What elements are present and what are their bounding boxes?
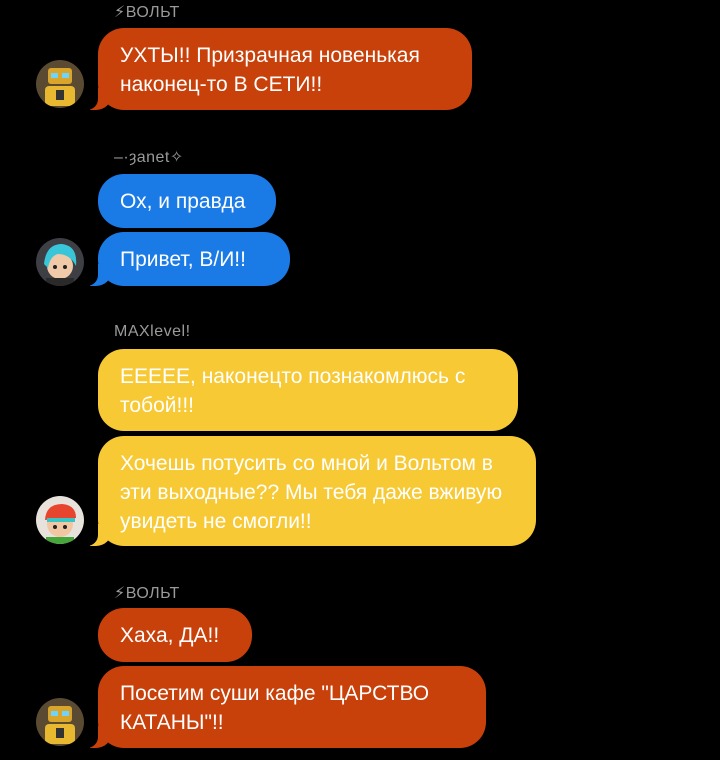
message-bubble[interactable]: Хаха, ДА!!	[98, 608, 252, 662]
robot-avatar-icon	[36, 60, 84, 108]
message-bubble[interactable]: Ох, и правда	[98, 174, 276, 228]
message-bubble[interactable]: Посетим суши кафе "ЦАРСТВО КАТАНЫ"!!	[84, 666, 486, 748]
robot-avatar[interactable]	[36, 698, 84, 746]
message-text: Посетим суши кафе "ЦАРСТВО КАТАНЫ"!!	[120, 682, 430, 734]
message-bubble[interactable]: Привет, В/И!!	[84, 232, 290, 286]
robot-avatar-icon	[36, 698, 84, 746]
sender-name-janet: –·ȝanet✧	[114, 149, 184, 166]
sender-name-volt: ⚡ВОЛЬТ	[114, 585, 180, 602]
message-text: Привет, В/И!!	[120, 248, 246, 271]
sender-name-volt: ⚡ВОЛЬТ	[114, 4, 180, 21]
message-text: УХТЫ!! Призрачная новенькая наконец-то В…	[120, 44, 420, 96]
boy-avatar-icon	[36, 496, 84, 544]
message-text: Хочешь потусить со мной и Вольтом в эти …	[120, 452, 503, 533]
message-bubble[interactable]: УХТЫ!! Призрачная новенькая наконец-то В…	[84, 28, 472, 110]
girl-cyan-hair-avatar[interactable]	[36, 238, 84, 286]
message-text: Хаха, ДА!!	[120, 624, 220, 647]
message-bubble[interactable]: ЕЕЕЕЕ, наконецто познакомлюсь с тобой!!!	[98, 349, 518, 431]
girl-avatar-icon	[36, 238, 84, 286]
message-text: Ох, и правда	[120, 190, 246, 213]
boy-cap-avatar[interactable]	[36, 496, 84, 544]
message-bubble[interactable]: Хочешь потусить со мной и Вольтом в эти …	[84, 436, 536, 546]
robot-avatar[interactable]	[36, 60, 84, 108]
sender-name-maxlevel: MAXlevel!	[114, 323, 191, 340]
message-text: ЕЕЕЕЕ, наконецто познакомлюсь с тобой!!!	[120, 365, 466, 417]
